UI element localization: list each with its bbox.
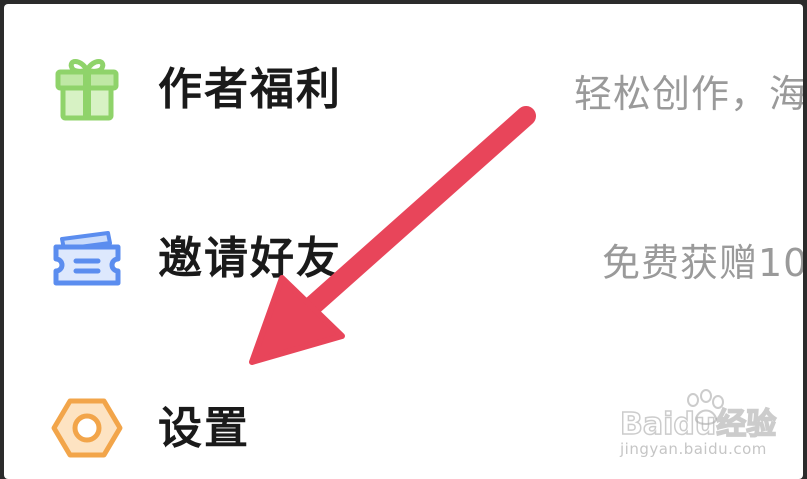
gift-icon: [50, 52, 124, 126]
settings-hexagon-icon: [50, 391, 124, 465]
ticket-icon: [50, 221, 124, 295]
watermark-url: jingyan.baidu.com: [620, 440, 767, 458]
menu-item-label: 设置: [158, 403, 250, 454]
menu-item-settings[interactable]: 设置: [4, 371, 803, 479]
menu-item-label: 作者福利: [158, 64, 342, 115]
menu-item-label: 邀请好友: [158, 233, 342, 284]
menu-panel: 作者福利 轻松创作，海 邀请好友 免费获赠10 设置: [4, 4, 803, 479]
menu-item-description: 免费获赠10: [602, 241, 803, 285]
menu-item-author-welfare[interactable]: 作者福利 轻松创作，海: [4, 32, 803, 152]
menu-item-description: 轻松创作，海: [574, 72, 803, 116]
menu-item-invite-friends[interactable]: 邀请好友 免费获赠10: [4, 201, 803, 321]
screenshot-frame: 作者福利 轻松创作，海 邀请好友 免费获赠10 设置 Baidu经验 jingy…: [0, 0, 807, 479]
